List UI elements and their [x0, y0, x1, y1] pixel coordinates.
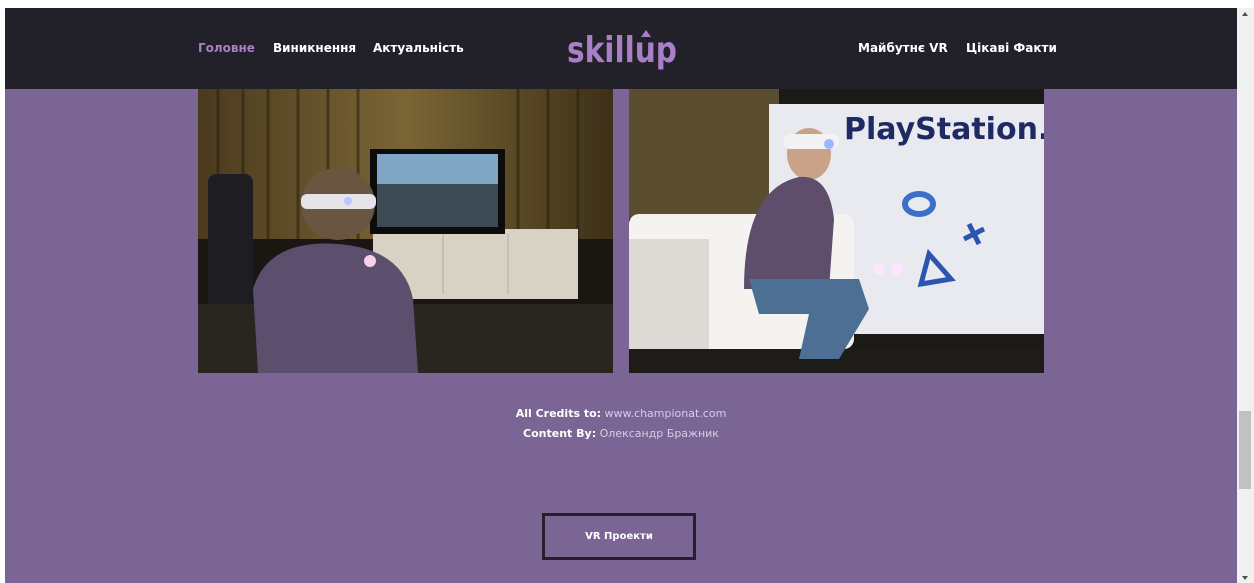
credits-source: www.championat.com: [604, 407, 727, 420]
nav-link-future-vr[interactable]: Майбутнє VR: [858, 41, 948, 55]
vr-photo-right: PlayStation.VR: [629, 89, 1044, 373]
scroll-up-arrow-icon[interactable]: [1242, 12, 1248, 16]
vr-projects-button[interactable]: VR Проекти: [542, 513, 696, 560]
logo-text: skillup: [567, 30, 677, 71]
credits-label: All Credits to:: [515, 407, 602, 420]
credits-line: All Credits to: www.championat.com: [5, 404, 1237, 424]
scroll-down-arrow-icon[interactable]: [1242, 576, 1248, 580]
nav-link-relevance[interactable]: Актуальність: [373, 41, 464, 55]
skillup-logo[interactable]: skillup: [563, 22, 683, 72]
top-navbar: Головне Виникнення Актуальність skillup …: [5, 8, 1237, 89]
nav-link-origin[interactable]: Виникнення: [273, 41, 356, 55]
page: Головне Виникнення Актуальність skillup …: [5, 8, 1237, 583]
vertical-scrollbar[interactable]: [1237, 8, 1254, 583]
content-line: Content By: Олександр Бражник: [5, 424, 1237, 444]
credits-block: All Credits to: www.championat.com Conte…: [5, 404, 1237, 444]
scroll-thumb[interactable]: [1239, 411, 1251, 489]
nav-link-home[interactable]: Головне: [198, 41, 255, 55]
nav-link-facts[interactable]: Цікаві Факти: [966, 41, 1057, 55]
content-label: Content By:: [523, 427, 597, 440]
playstation-vr-banner-text: PlayStation.VR: [844, 112, 1044, 147]
vr-photo-left: [198, 89, 613, 373]
content-author: Олександр Бражник: [599, 427, 719, 440]
